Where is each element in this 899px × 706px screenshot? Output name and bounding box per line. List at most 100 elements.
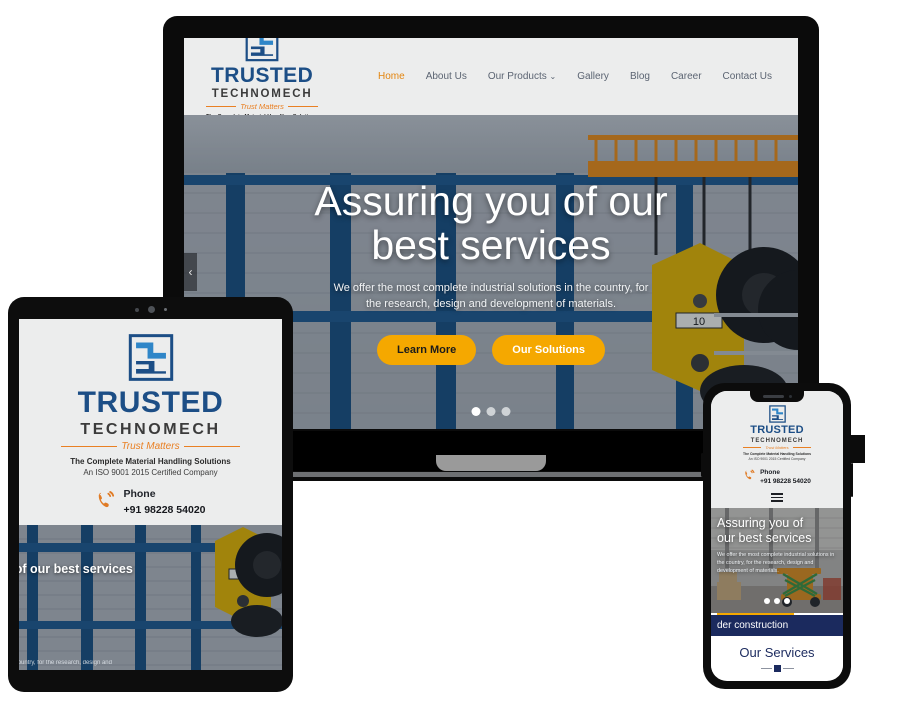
- hero-subtitle-line1: We offer the most complete industrial so…: [333, 282, 649, 295]
- hero-subtitle: We offer the most complete industrial so…: [334, 281, 649, 313]
- brand-name-line1: TRUSTED: [211, 63, 314, 87]
- nav-label-about-us: About Us: [425, 71, 467, 82]
- desktop-site-header: TRUSTED TECHNOMECH Trust Matters The Com…: [184, 38, 798, 128]
- hero-carousel: 10 ‹ Assuring you of our best services W…: [184, 115, 798, 429]
- nav-item-about-us[interactable]: About Us: [426, 71, 467, 82]
- phone-carousel-dot-3[interactable]: [784, 598, 790, 604]
- services-divider: [711, 665, 843, 672]
- phone-number: +91 98228 54020: [123, 504, 206, 516]
- hero-title-line1: Assuring you of our: [314, 177, 668, 224]
- tagline-rule-right: [183, 446, 240, 447]
- phone-hero: Assuring you of our best services We off…: [711, 508, 843, 613]
- phone-speaker-grill: [762, 395, 784, 398]
- hero-overlay: [19, 525, 282, 670]
- brand-subtitle-1: The Complete Material Handling Solutions: [742, 452, 811, 456]
- interlocking-square-logo-icon: [245, 38, 279, 62]
- phone-carousel-dot-1[interactable]: [764, 598, 770, 604]
- phone-ringing-icon: [743, 468, 755, 486]
- hamburger-bar-1: [771, 493, 783, 495]
- interlocking-square-logo-icon: [128, 333, 174, 382]
- hero-button-row: Learn More Our Solutions: [376, 335, 606, 366]
- tagline-rule-right: [792, 447, 812, 448]
- nav-item-home[interactable]: Home: [378, 71, 405, 82]
- tagline-rule-left: [743, 447, 762, 448]
- tablet-camera-lens: [147, 306, 155, 313]
- tablet-camera-cluster: [134, 306, 167, 313]
- phone-label: Phone: [123, 488, 156, 500]
- chevron-down-icon: ⌄: [549, 72, 557, 81]
- our-solutions-button[interactable]: Our Solutions: [492, 335, 606, 366]
- main-navigation: Home About Us Our Products ⌄ Gallery Blo…: [378, 71, 772, 82]
- phone-services-section: Our Services: [711, 636, 843, 676]
- hamburger-bar-3: [771, 500, 783, 502]
- hamburger-bar-2: [771, 496, 783, 499]
- brand-name-line2: TECHNOMECH: [211, 87, 313, 100]
- nav-label-our-products: Our Products: [487, 71, 547, 82]
- nav-item-career[interactable]: Career: [671, 71, 702, 82]
- hero-content: Assuring you of our best services We off…: [184, 115, 798, 429]
- contact-phone-block[interactable]: Phone +91 98228 54020: [95, 488, 206, 516]
- nav-item-contact-us[interactable]: Contact Us: [723, 71, 772, 82]
- mockup-stage: TRUSTED TECHNOMECH Trust Matters The Com…: [0, 0, 899, 706]
- phone-hero-title-line1: Assuring you of: [717, 516, 804, 530]
- phone-carousel-dot-2[interactable]: [774, 598, 780, 604]
- brand-subtitle-2: An ISO 9001 2015 Certified Company: [83, 468, 218, 477]
- monitor-screen: TRUSTED TECHNOMECH Trust Matters The Com…: [184, 38, 798, 429]
- brand-tagline: Trust Matters: [206, 102, 319, 111]
- phone-power-button[interactable]: [850, 463, 853, 497]
- nav-label-career: Career: [670, 71, 702, 82]
- tagline-rule-right: [287, 106, 319, 107]
- tagline-rule-left: [61, 446, 118, 447]
- tagline-rule-left: [206, 106, 237, 107]
- hero-subtitle-line2: the research, design and development of …: [365, 298, 617, 311]
- phone-number: +91 98228 54020: [760, 478, 811, 485]
- tagline-text: Trust Matters: [121, 441, 180, 452]
- hamburger-menu-icon[interactable]: [771, 493, 783, 502]
- tablet-hero: you of our best services solutions in th…: [19, 525, 282, 670]
- services-heading: Our Services: [739, 645, 815, 660]
- tablet-sensor-dot-2: [163, 308, 167, 311]
- brand-subtitle-2: An ISO 9001 2015 Certified Company: [748, 457, 806, 461]
- phone-screen: TRUSTED TECHNOMECH Trust Matters The Com…: [711, 391, 843, 681]
- contact-phone-text-group: Phone +91 98228 54020: [123, 488, 205, 516]
- nav-label-contact-us: Contact Us: [722, 71, 772, 82]
- carousel-dots: [471, 407, 511, 416]
- brand-tagline: Trust Matters: [19, 441, 282, 452]
- hero-title-line2: best services: [371, 222, 611, 269]
- phone-hero-subtitle: We offer the most complete industrial so…: [717, 552, 835, 575]
- tablet-hero-caption: you of our best services: [19, 562, 133, 576]
- chevron-left-icon: ‹: [188, 265, 193, 279]
- phone-hero-title-line2: our best services: [717, 530, 812, 545]
- monitor-stand-notch: [436, 455, 546, 471]
- brand-subtitle-1: The Complete Material Handling Solutions: [70, 457, 231, 466]
- carousel-dot-1[interactable]: [471, 407, 481, 416]
- tablet-hero-caption-small: solutions in the country, for the resear…: [19, 660, 112, 666]
- phone-front-camera: [788, 395, 792, 398]
- nav-label-gallery: Gallery: [577, 71, 609, 82]
- learn-more-button[interactable]: Learn More: [376, 335, 477, 366]
- tablet-sensor-dot-1: [134, 307, 139, 312]
- carousel-dot-2[interactable]: [486, 407, 496, 416]
- divider-square: [773, 665, 781, 672]
- desktop-monitor-mockup: TRUSTED TECHNOMECH Trust Matters The Com…: [163, 16, 819, 481]
- phone-volume-button[interactable]: [701, 453, 704, 477]
- nav-item-gallery[interactable]: Gallery: [577, 71, 609, 82]
- nav-item-our-products[interactable]: Our Products ⌄: [488, 71, 556, 82]
- brand-name-line2: TECHNOMECH: [750, 438, 804, 444]
- tagline-text: Trust Matters: [240, 102, 284, 111]
- divider-line-left: [760, 667, 772, 670]
- phone-label: Phone: [760, 469, 780, 476]
- phone-carousel-dots: [764, 598, 790, 604]
- brand-tagline: Trust Matters: [717, 445, 837, 450]
- carousel-prev-arrow[interactable]: ‹: [184, 253, 197, 291]
- carousel-dot-3[interactable]: [501, 407, 511, 416]
- nav-item-blog[interactable]: Blog: [630, 71, 650, 82]
- tagline-text: Trust Matters: [765, 445, 789, 450]
- phone-notch: [750, 391, 804, 402]
- nav-label-home: Home: [378, 71, 405, 82]
- phone-construction-banner: der construction: [711, 615, 843, 636]
- nav-label-blog: Blog: [629, 71, 650, 82]
- contact-phone-block[interactable]: Phone +91 98228 54020: [743, 468, 811, 486]
- contact-phone-text-group: Phone +91 98228 54020: [760, 469, 811, 485]
- divider-line-right: [782, 667, 794, 670]
